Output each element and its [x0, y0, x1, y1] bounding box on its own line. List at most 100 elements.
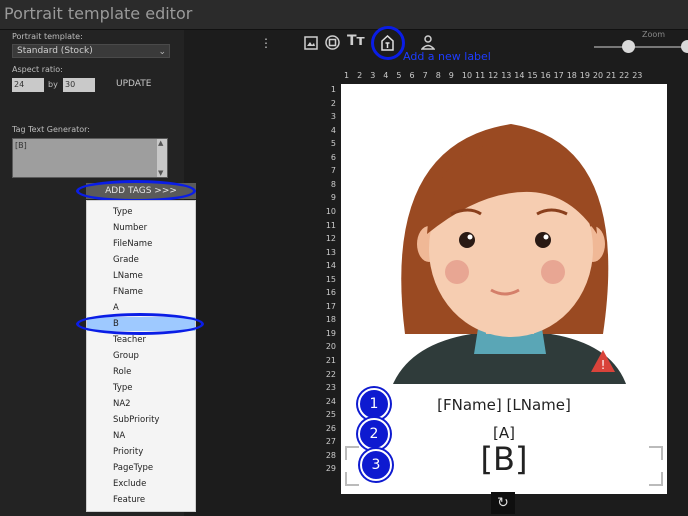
template-label: Portrait template: [12, 32, 83, 41]
ruler-tick-label: 19 [579, 71, 590, 80]
ruler-tick-label: 23 [632, 71, 643, 80]
title-bar: Portrait template editor [0, 0, 688, 30]
zoom-slider-handle[interactable] [622, 40, 635, 53]
menu-item[interactable]: LName [113, 271, 143, 281]
menu-item[interactable]: PageType [113, 463, 153, 473]
step-badge-1: 1 [358, 388, 390, 420]
ruler-tick-label: 15 [325, 274, 336, 284]
ruler-tick-label: 11 [475, 71, 486, 80]
scroll-down-icon[interactable]: ▼ [158, 169, 163, 177]
menu-item[interactable]: Priority [113, 447, 143, 457]
ruler-tick-label: 25 [325, 410, 336, 420]
menu-item[interactable]: Number [113, 223, 147, 233]
ruler-tick-label: 6 [409, 71, 415, 80]
zoom-slider[interactable] [594, 46, 688, 48]
ruler-tick-label: 23 [325, 383, 336, 393]
ruler-tick-label: 29 [325, 464, 336, 474]
ruler-tick-label: 13 [501, 71, 512, 80]
by-label: by [48, 80, 58, 89]
ruler-tick-label: 3 [330, 112, 336, 122]
top-ruler: 1 2 3 4 5 6 7 8 9 10 11 12 13 14 15 16 17 18 19 20 21 22 23 [342, 71, 662, 83]
tool-annotation: Add a new label [403, 50, 491, 63]
selection-corner [345, 472, 359, 486]
menu-item[interactable]: Teacher [113, 335, 146, 345]
update-button[interactable]: UPDATE [116, 79, 151, 89]
menu-item[interactable]: SubPriority [113, 415, 159, 425]
menu-item[interactable]: NA2 [113, 399, 131, 409]
ruler-tick-label: 12 [325, 234, 336, 244]
image-icon[interactable] [304, 36, 318, 50]
selection-corner [649, 446, 663, 460]
ruler-tick-label: 18 [325, 315, 336, 325]
person-icon[interactable] [421, 35, 435, 50]
ruler-tick-label: 5 [330, 139, 336, 149]
ruler-tick-label: 17 [553, 71, 564, 80]
ruler-tick-label: 21 [606, 71, 617, 80]
aspect-width-input[interactable]: 24 [12, 78, 44, 92]
ruler-tick-label: 10 [325, 206, 336, 216]
scroll-up-icon[interactable]: ▲ [158, 139, 163, 147]
menu-item[interactable]: Exclude [113, 479, 146, 489]
portrait-image: ! [393, 124, 626, 384]
svg-text:!: ! [601, 358, 606, 372]
ruler-tick-label: 20 [592, 71, 604, 80]
menu-item[interactable]: NA [113, 431, 125, 441]
tags-menu: Type Number FileName Grade LName FName A… [86, 200, 196, 512]
ruler-tick-label: 4 [330, 125, 336, 135]
ruler-tick-label: 8 [330, 179, 336, 189]
ruler-tick-label: 16 [325, 288, 336, 298]
ruler-tick-label: 7 [422, 71, 428, 80]
frame-icon[interactable] [325, 35, 340, 50]
ruler-tick-label: 9 [330, 193, 336, 203]
menu-item[interactable]: FileName [113, 239, 152, 249]
ruler-tick-label: 22 [325, 369, 336, 379]
zoom-slider-handle-secondary[interactable] [681, 40, 688, 53]
ruler-tick-label: 19 [325, 328, 336, 338]
aspect-height-input[interactable]: 30 [63, 78, 95, 92]
ruler-tick-label: 12 [488, 71, 499, 80]
ruler-tick-label: 14 [325, 261, 336, 271]
ruler-tick-label: 14 [514, 71, 525, 80]
rotate-icon[interactable]: ↻ [491, 492, 515, 514]
ruler-tick-label: 2 [357, 71, 363, 80]
menu-item[interactable]: Role [113, 367, 131, 377]
selection-corner [649, 472, 663, 486]
ruler-tick-label: 26 [325, 423, 336, 433]
add-tags-highlight [76, 180, 196, 202]
tag-text-input[interactable]: [B] ▲ ▼ [12, 138, 168, 178]
selection-corner [345, 446, 359, 460]
template-select[interactable]: Standard (Stock) ⌄ [12, 44, 170, 58]
menu-item[interactable]: Group [113, 351, 139, 361]
menu-item[interactable]: Feature [113, 495, 145, 505]
ruler-tick-label: 2 [330, 98, 336, 108]
aspect-label: Aspect ratio: [12, 65, 63, 74]
ruler-tick-label: 27 [325, 437, 336, 447]
menu-item[interactable]: Type [113, 207, 133, 217]
step-badge-2: 2 [358, 418, 390, 450]
ruler-tick-label: 3 [370, 71, 376, 80]
menu-item[interactable]: A [113, 303, 119, 313]
ruler-tick-label: 15 [527, 71, 538, 80]
ruler-tick-label: 11 [325, 220, 336, 230]
textarea-scrollbar[interactable]: ▲ ▼ [157, 139, 167, 177]
template-value: Standard (Stock) [17, 46, 93, 56]
ruler-tick-label: 22 [619, 71, 630, 80]
zoom-label: Zoom [642, 30, 666, 39]
window-title: Portrait template editor [4, 4, 193, 23]
generator-label: Tag Text Generator: [12, 125, 90, 134]
menu-item[interactable]: FName [113, 287, 143, 297]
ruler-tick-label: 18 [566, 71, 577, 80]
more-options-icon[interactable]: ⋮ [260, 36, 272, 50]
ruler-tick-label: 6 [330, 152, 336, 162]
tag-text-value: [B] [15, 141, 27, 150]
text-icon[interactable]: Tт [347, 33, 365, 49]
ruler-tick-label: 17 [325, 301, 336, 311]
menu-selection-highlight [76, 313, 204, 335]
ruler-tick-label: 16 [540, 71, 551, 80]
menu-item[interactable]: Grade [113, 255, 139, 265]
ruler-tick-label: 24 [325, 396, 336, 406]
ruler-tick-label: 7 [330, 166, 336, 176]
ruler-tick-label: 8 [435, 71, 441, 80]
left-ruler: 1 2 3 4 5 6 7 8 9 10 11 12 13 14 15 16 17 18 19 20 21 22 23 24 2… [320, 84, 340, 484]
menu-item[interactable]: Type [113, 383, 133, 393]
